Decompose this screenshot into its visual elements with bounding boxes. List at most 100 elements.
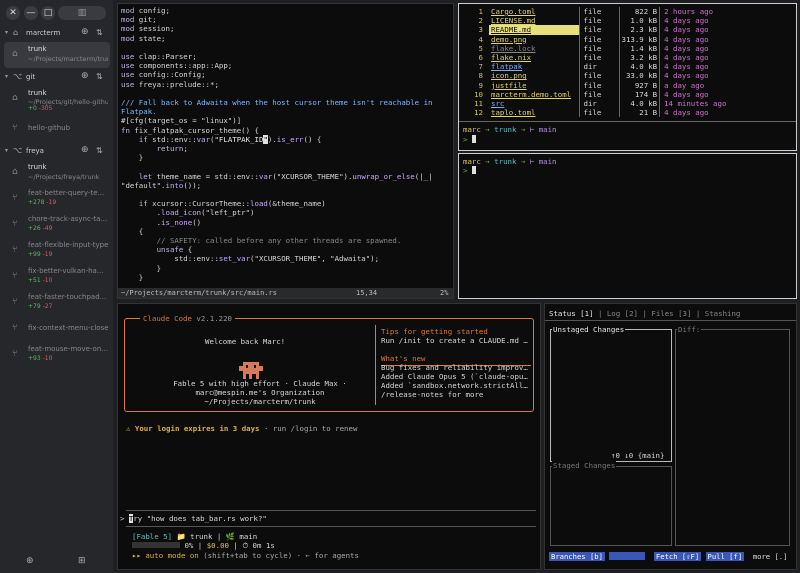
worktree-item[interactable]: ⑂ hello-github <box>4 116 110 142</box>
file-row[interactable]: 11 src dir 4.0 kB 14 minutes ago <box>461 99 729 109</box>
file-row[interactable]: 12 taplo.toml file 21 B4 days ago <box>461 108 729 118</box>
tab-log[interactable]: Log [2] <box>607 309 638 318</box>
editor-file-path: ~/Projects/marcterm/trunk/src/main.rs <box>121 289 277 297</box>
worktree-item[interactable]: ⑂ chore-track-async-ta... +26 -49 <box>4 212 110 238</box>
worktree-path: ~/Projects/marcterm/trunk <box>28 55 108 63</box>
git-pane[interactable]: Status [1] | Log [2] | Files [3] | Stash… <box>544 303 797 570</box>
workspace-header[interactable]: ▾ ⌥ freya ⊕ ⇅ <box>0 144 113 160</box>
file-row[interactable]: 5 flake.lock file 1.4 kB 4 days ago <box>461 43 729 54</box>
close-window-icon[interactable]: ✕ <box>6 6 20 20</box>
file-idx: 5 <box>478 43 483 53</box>
file-row[interactable]: 9 justfile file 927 Ba day ago <box>461 80 729 90</box>
pull-button[interactable]: Pull [f] <box>705 552 745 561</box>
add-workspace-icon[interactable]: ⊕ <box>26 556 34 566</box>
worktree-item[interactable]: ⑂ feat-better-query-te... +278 -19 <box>4 186 110 212</box>
worktree-name: feat-mouse-move-on... <box>28 345 108 353</box>
worktree-item[interactable]: ⌂ trunk ~/Projects/freya/trunk <box>4 160 110 186</box>
file-size: 313.9 kB <box>618 34 660 44</box>
branch-icon: ⑂ <box>12 245 18 255</box>
tab-files[interactable]: Files [3] <box>651 309 691 318</box>
worktree-item[interactable]: ⌂ trunk ~/Projects/git/hello-github +0 -305 <box>4 86 110 112</box>
chevron-down-icon[interactable]: ▾ <box>5 29 8 36</box>
file-listing-pane[interactable]: 1 Cargo.toml file 822 B2 hours ago 2 LICENSE.… <box>458 3 797 151</box>
file-kind: file <box>578 16 619 26</box>
ahead-behind: ↑0 ↓0 {main} <box>611 451 665 460</box>
welcome-box: Welcome back Marc! Fable 5 with high eff… <box>124 318 534 412</box>
file-name: flake.lock <box>491 43 536 53</box>
file-modified: 4 days ago <box>659 108 729 118</box>
branch-icon: ⑂ <box>12 297 18 307</box>
file-modified: 2 hours ago <box>659 7 729 17</box>
file-modified: 4 days ago <box>659 62 729 72</box>
model-info: Fable 5 with high effort · Claude Max · <box>173 379 347 388</box>
git-actions: Branches [b] Fetch [⇧F] Pull [f] more [.… <box>549 552 787 561</box>
tab-stashing[interactable]: Stashing <box>705 309 741 318</box>
fetch-button[interactable]: Fetch [⇧F] <box>653 552 702 561</box>
file-row[interactable]: 2 LICENSE.md file 1.0 kB 4 days ago <box>461 16 729 26</box>
file-row[interactable]: 7 flatpak dir 4.0 kB 4 days ago <box>461 62 729 72</box>
home-icon: ⌂ <box>12 167 18 177</box>
file-row[interactable]: 8 icon.png file 33.0 kB 4 days ago <box>461 71 729 81</box>
sidebar-toggle-icon[interactable]: ▥ <box>58 6 106 20</box>
file-kind: file <box>578 25 619 35</box>
claude-code-pane[interactable]: Welcome back Marc! Fable 5 with high eff… <box>117 303 541 570</box>
file-kind: file <box>578 80 619 90</box>
diff-label: Diff: <box>677 325 702 334</box>
file-row[interactable]: 1 Cargo.toml file 822 B2 hours ago <box>461 7 729 17</box>
file-row[interactable]: 3 README.md file 2.3 kB 4 days ago <box>461 25 729 35</box>
add-worktree-icon[interactable]: ⊕ <box>81 71 89 81</box>
file-size: 4.0 kB <box>618 99 660 109</box>
sort-icon[interactable]: ⇅ <box>96 72 103 81</box>
worktree-item[interactable]: ⑂ fix-context-menu-close <box>4 316 110 342</box>
add-worktree-icon[interactable]: ⊕ <box>81 145 89 155</box>
shell-prompt: marc → trunk → ⊢ main <box>463 125 557 134</box>
shell-input[interactable]: > <box>463 135 476 144</box>
blank-button[interactable] <box>609 552 646 560</box>
file-name: LICENSE.md <box>491 16 536 26</box>
file-kind: file <box>578 34 619 44</box>
workspace-sidebar: ✕ — □ ▥ ▾ ⌂ marcterm ⊕ ⇅ ⌂ trunk ~/Projects/mar… <box>0 0 113 573</box>
worktree-name: trunk <box>28 163 47 171</box>
branches-button[interactable]: Branches [b] <box>549 552 605 561</box>
staged-changes-box[interactable] <box>550 466 672 546</box>
file-modified: 4 days ago <box>659 34 729 44</box>
lines-removed: -10 <box>42 355 53 362</box>
file-idx: 9 <box>478 80 483 90</box>
file-modified: 4 days ago <box>659 53 729 63</box>
file-row[interactable]: 10 marcterm.demo.toml file 174 B4 days ago <box>461 89 729 100</box>
open-folder-icon[interactable]: ⊞ <box>78 556 86 566</box>
maximize-window-icon[interactable]: □ <box>41 6 55 20</box>
editor-code[interactable]: mod config; mod git; mod session; mod st… <box>121 6 433 282</box>
workspace-header[interactable]: ▾ ⌥ git ⊕ ⇅ <box>0 70 113 86</box>
worktree-item[interactable]: ⑂ feat-faster-touchpad... +79 -27 <box>4 290 110 316</box>
chevron-down-icon[interactable]: ▾ <box>5 73 8 80</box>
cwd-info: ~/Projects/marcterm/trunk <box>204 397 316 406</box>
unstaged-changes-box[interactable] <box>550 329 672 462</box>
shell-pane[interactable]: marc → trunk → ⊢ main > <box>458 153 797 299</box>
login-warning: ⚠ Your login expires in 3 days · run /lo… <box>126 424 358 433</box>
add-worktree-icon[interactable]: ⊕ <box>81 27 89 37</box>
status-line: [Fable 5] 📁 trunk | 🌿 main <box>132 532 258 541</box>
worktree-item[interactable]: ⑂ feat-flexible-input-type +99 -19 <box>4 238 110 264</box>
file-row[interactable]: 6 flake.nix file 3.2 kB 4 days ago <box>461 53 729 63</box>
worktree-item[interactable]: ⑂ fix-better-vulkan-ha... +51 -10 <box>4 264 110 290</box>
tab-status[interactable]: Status [1] <box>549 309 594 318</box>
sort-icon[interactable]: ⇅ <box>96 28 103 37</box>
worktree-name: feat-flexible-input-type <box>28 241 109 249</box>
workspace-header[interactable]: ▾ ⌂ marcterm ⊕ ⇅ <box>0 26 113 42</box>
editor-pane[interactable]: mod config; mod git; mod session; mod st… <box>117 3 454 299</box>
worktree-item[interactable]: ⑂ feat-mouse-move-on... +93 -10 <box>4 342 110 368</box>
shell-prompt: marc → trunk → ⊢ main <box>463 157 557 166</box>
branch-icon: ⑂ <box>12 123 18 133</box>
cursor-position: 15,34 <box>356 289 378 297</box>
shell-input[interactable]: > <box>463 166 476 175</box>
file-row[interactable]: 4 demo.png file 313.9 kB 4 days ago <box>461 34 729 44</box>
worktree-item[interactable]: ⌂ trunk ~/Projects/marcterm/trunk <box>4 42 110 68</box>
file-size: 3.2 kB <box>618 53 660 63</box>
chevron-down-icon[interactable]: ▾ <box>5 147 8 154</box>
more-button[interactable]: more [.] <box>753 552 788 561</box>
prompt-input[interactable]: > Try "how does tab_bar.rs work?" <box>120 514 267 523</box>
diff-box[interactable] <box>675 329 790 546</box>
sort-icon[interactable]: ⇅ <box>96 146 103 155</box>
minimize-window-icon[interactable]: — <box>24 6 38 20</box>
